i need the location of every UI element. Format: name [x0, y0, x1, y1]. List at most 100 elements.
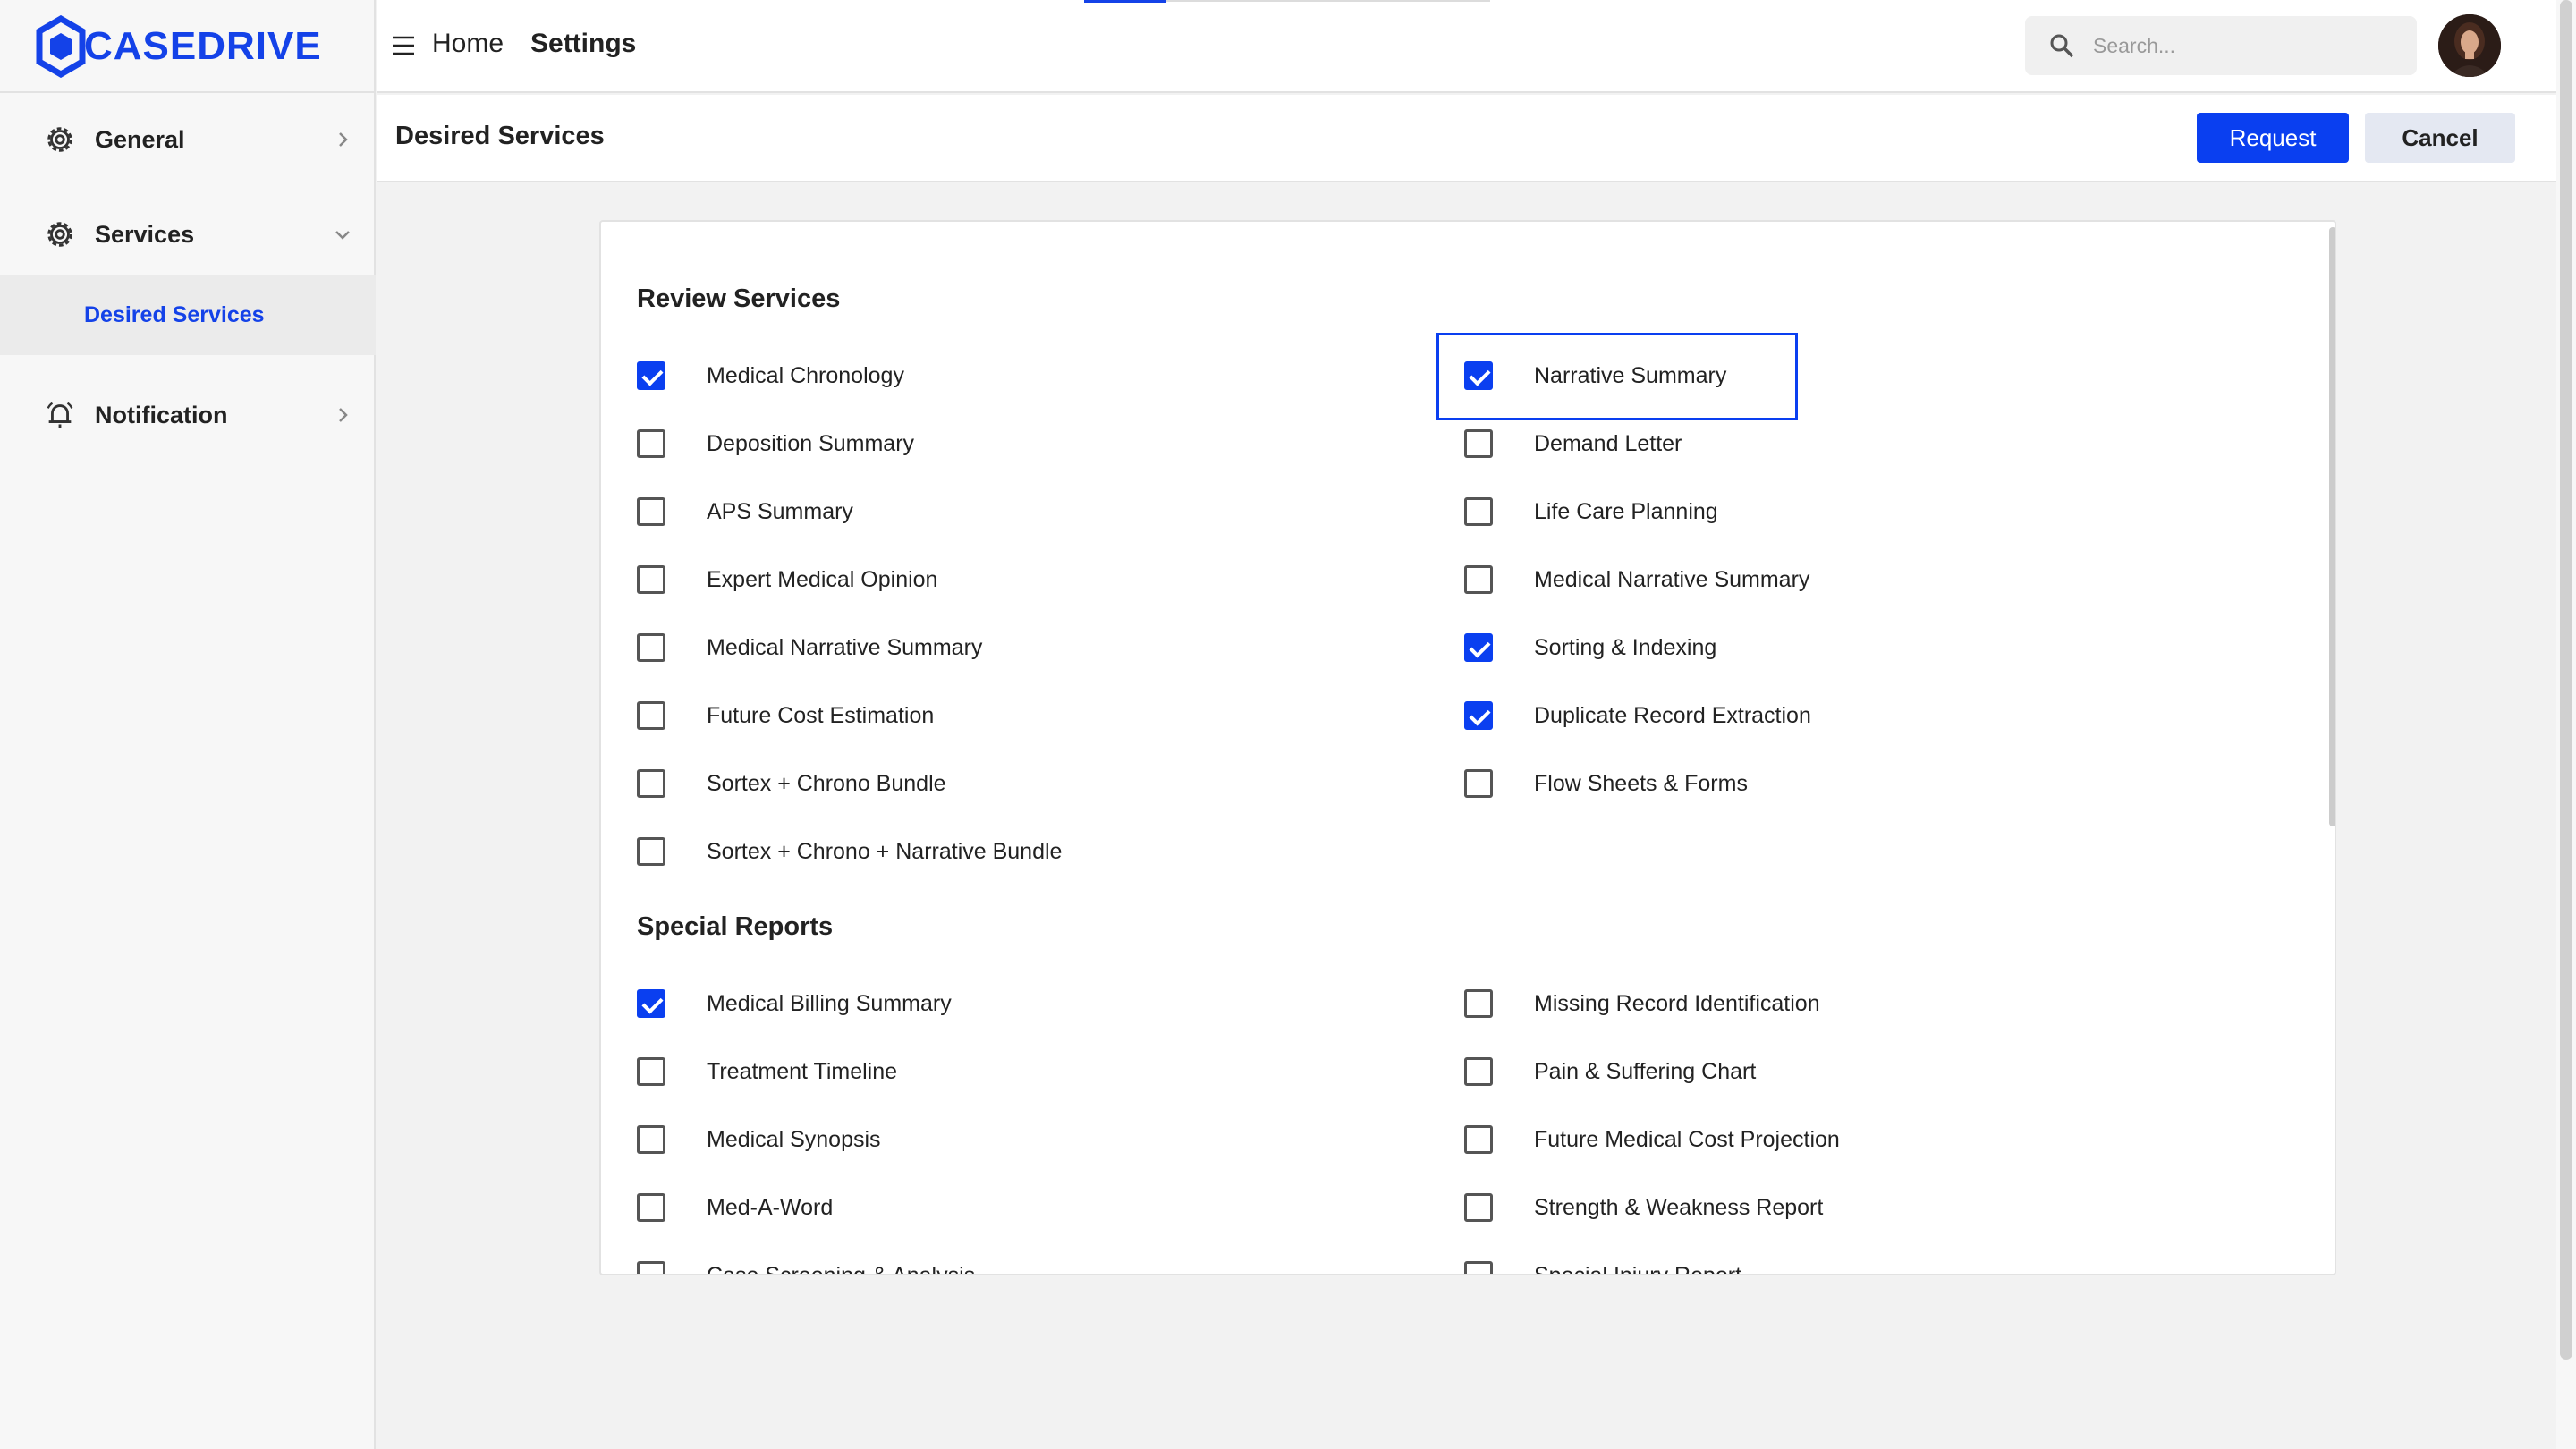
avatar-portrait-icon [2438, 14, 2501, 77]
checkbox[interactable] [637, 1261, 665, 1274]
checkbox[interactable] [637, 497, 665, 526]
checkbox-label: Future Cost Estimation [707, 702, 935, 728]
checkbox-label: Med-A-Word [707, 1194, 834, 1220]
checkbox[interactable] [1464, 1057, 1493, 1086]
checkbox[interactable] [637, 565, 665, 594]
brand-name: CASEDRIVE [84, 24, 322, 68]
gear-icon [47, 127, 72, 152]
checkbox[interactable] [1464, 429, 1493, 458]
checkbox-row[interactable]: Expert Medical Opinion [637, 562, 937, 597]
checkbox-row[interactable]: Narrative Summary [1464, 358, 1726, 394]
checkbox[interactable] [1464, 1261, 1493, 1274]
checkbox-row[interactable]: Future Cost Estimation [637, 698, 934, 733]
checkbox-label: Narrative Summary [1534, 362, 1727, 388]
checkbox-row[interactable]: Duplicate Record Extraction [1464, 698, 1811, 733]
checkbox[interactable] [1464, 633, 1493, 662]
checkbox-row[interactable]: Missing Record Identification [1464, 986, 1820, 1021]
page-scrollbar-thumb[interactable] [2560, 0, 2572, 1360]
card-scrollbar-thumb[interactable] [2329, 227, 2334, 826]
checkbox[interactable] [637, 361, 665, 390]
breadcrumb-home[interactable]: Home [432, 29, 504, 59]
sidebar-item-services[interactable]: Services [0, 202, 376, 267]
sidebar-divider [0, 91, 376, 93]
checkbox-label: Medical Billing Summary [707, 990, 952, 1016]
checkbox-row[interactable]: Sortex + Chrono + Narrative Bundle [637, 834, 1062, 869]
checkbox-label: Sortex + Chrono Bundle [707, 770, 946, 796]
sidebar-item-desired-services[interactable]: Desired Services [0, 275, 376, 355]
checkbox-row[interactable]: Future Medical Cost Projection [1464, 1122, 1840, 1157]
checkbox-label: Special Injury Report [1534, 1262, 1742, 1275]
checkbox-label: Medical Synopsis [707, 1126, 881, 1152]
breadcrumb-current: Settings [530, 29, 637, 58]
section-title: Review Services [637, 284, 841, 313]
checkbox-label: Treatment Timeline [707, 1058, 898, 1084]
services-gear-icon [47, 222, 72, 247]
checkbox-row[interactable]: Medical Synopsis [637, 1122, 881, 1157]
checkbox[interactable] [1464, 497, 1493, 526]
menu-icon[interactable] [390, 32, 417, 59]
checkbox-label: APS Summary [707, 498, 853, 524]
cancel-button[interactable]: Cancel [2365, 113, 2515, 163]
checkbox-row[interactable]: Medical Narrative Summary [637, 630, 982, 665]
checkbox-label: Strength & Weakness Report [1534, 1194, 1824, 1220]
checkbox-label: Medical Chronology [707, 362, 904, 388]
checkbox-row[interactable]: Medical Billing Summary [637, 986, 952, 1021]
checkbox-row[interactable]: APS Summary [637, 494, 853, 530]
checkbox[interactable] [637, 633, 665, 662]
checkbox[interactable] [637, 1057, 665, 1086]
user-avatar[interactable] [2438, 14, 2501, 77]
checkbox[interactable] [1464, 1193, 1493, 1222]
checkbox-label: Medical Narrative Summary [707, 634, 983, 660]
checkbox[interactable] [637, 701, 665, 730]
checkbox-row[interactable]: Strength & Weakness Report [1464, 1190, 1823, 1225]
checkbox-label: Demand Letter [1534, 430, 1682, 456]
checkbox-label: Sorting & Indexing [1534, 634, 1717, 660]
checkbox-row[interactable]: Demand Letter [1464, 426, 1682, 462]
search-icon [2050, 34, 2074, 58]
checkbox[interactable] [1464, 989, 1493, 1018]
checkbox[interactable] [637, 1193, 665, 1222]
sidebar-item-notification[interactable]: Notification [0, 383, 376, 447]
checkbox[interactable] [637, 837, 665, 866]
search-box [2025, 16, 2417, 75]
checkbox[interactable] [637, 429, 665, 458]
checkbox-row[interactable]: Treatment Timeline [637, 1054, 897, 1089]
checkbox[interactable] [1464, 565, 1493, 594]
checkbox-row[interactable]: Med-A-Word [637, 1190, 833, 1225]
checkbox[interactable] [1464, 701, 1493, 730]
services-card: Review Services Medical Chronology Depos… [599, 220, 2336, 1275]
sidebar-subitem-label: Desired Services [84, 301, 265, 327]
checkbox-label: Deposition Summary [707, 430, 915, 456]
checkbox-row[interactable]: Medical Chronology [637, 358, 904, 394]
sidebar-item-general[interactable]: General [0, 107, 376, 172]
checkbox[interactable] [1464, 1125, 1493, 1154]
sidebar-item-label: Notification [95, 401, 228, 428]
checkbox-row[interactable]: Pain & Suffering Chart [1464, 1054, 1756, 1089]
brand-logo[interactable]: CASEDRIVE [36, 14, 322, 79]
checkbox-row[interactable]: Case Screening & Analysis [637, 1258, 976, 1275]
checkbox[interactable] [637, 1125, 665, 1154]
checkbox-row[interactable]: Sortex + Chrono Bundle [637, 766, 946, 801]
checkbox[interactable] [1464, 769, 1493, 798]
chevron-right-icon [339, 408, 348, 422]
checkbox-row[interactable]: Sorting & Indexing [1464, 630, 1716, 665]
checkbox-row[interactable]: Medical Narrative Summary [1464, 562, 1809, 597]
section-title: Special Reports [637, 912, 834, 941]
chevron-down-icon [335, 231, 350, 240]
request-button[interactable]: Request [2197, 113, 2349, 163]
checkbox-row[interactable]: Special Injury Report [1464, 1258, 1742, 1275]
checkbox-label: Expert Medical Opinion [707, 566, 938, 592]
checkbox[interactable] [637, 989, 665, 1018]
checkbox-label: Pain & Suffering Chart [1534, 1058, 1757, 1084]
checkbox[interactable] [1464, 361, 1493, 390]
checkbox-row[interactable]: Life Care Planning [1464, 494, 1718, 530]
checkbox-label: Medical Narrative Summary [1534, 566, 1810, 592]
bell-icon [47, 402, 73, 428]
checkbox-row[interactable]: Flow Sheets & Forms [1464, 766, 1748, 801]
search-input[interactable] [2093, 27, 2397, 64]
checkbox-label: Case Screening & Analysis [707, 1262, 976, 1275]
checkbox-row[interactable]: Deposition Summary [637, 426, 914, 462]
checkbox-label: Missing Record Identification [1534, 990, 1820, 1016]
sidebar-item-label: Services [95, 220, 195, 248]
checkbox[interactable] [637, 769, 665, 798]
